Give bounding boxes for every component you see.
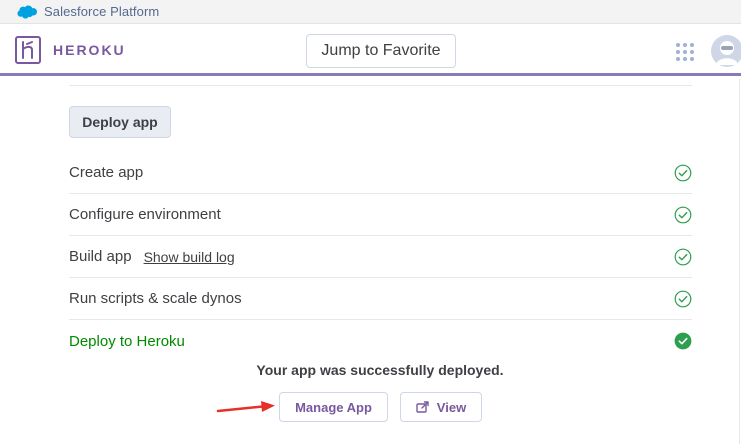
deploy-app-button[interactable]: Deploy app: [69, 106, 171, 138]
show-build-log-link[interactable]: Show build log: [144, 249, 235, 265]
heroku-logo-icon[interactable]: [15, 36, 41, 64]
step-deploy-to-heroku: Deploy to Heroku: [69, 320, 692, 362]
user-avatar-icon[interactable]: [711, 35, 741, 67]
content-border: [739, 79, 740, 444]
deploy-steps-list: Create app Configure environment Build a…: [69, 152, 692, 362]
jump-to-favorite-button[interactable]: Jump to Favorite: [306, 34, 456, 68]
heroku-wordmark[interactable]: HEROKU: [53, 42, 126, 58]
red-arrow-annotation: [216, 401, 275, 413]
apps-grid-icon[interactable]: [676, 43, 694, 61]
step-label: Run scripts & scale dynos: [69, 290, 242, 307]
step-label: Configure environment: [69, 206, 221, 223]
check-circle-icon: [674, 248, 692, 266]
step-run-scripts: Run scripts & scale dynos: [69, 278, 692, 320]
step-create-app: Create app: [69, 152, 692, 194]
check-circle-icon: [674, 164, 692, 182]
step-label: Deploy to Heroku: [69, 332, 185, 350]
step-label: Create app: [69, 164, 144, 181]
deploy-success-message: Your app was successfully deployed.: [256, 362, 504, 378]
check-circle-icon: [674, 290, 692, 308]
platform-bar: Salesforce Platform: [0, 0, 741, 24]
section-divider: [69, 85, 692, 86]
step-label: Build app: [69, 248, 132, 265]
salesforce-cloud-icon: [16, 4, 38, 20]
view-app-button[interactable]: View: [400, 392, 482, 422]
view-label: View: [436, 399, 467, 415]
platform-label[interactable]: Salesforce Platform: [44, 4, 159, 19]
check-circle-icon: [674, 206, 692, 224]
app-header: HEROKU Jump to Favorite: [0, 24, 741, 76]
step-build-app: Build app Show build log: [69, 236, 692, 278]
external-link-icon: [416, 401, 429, 413]
step-configure-environment: Configure environment: [69, 194, 692, 236]
check-circle-filled-icon: [674, 332, 692, 350]
manage-app-button[interactable]: Manage App: [279, 392, 388, 422]
